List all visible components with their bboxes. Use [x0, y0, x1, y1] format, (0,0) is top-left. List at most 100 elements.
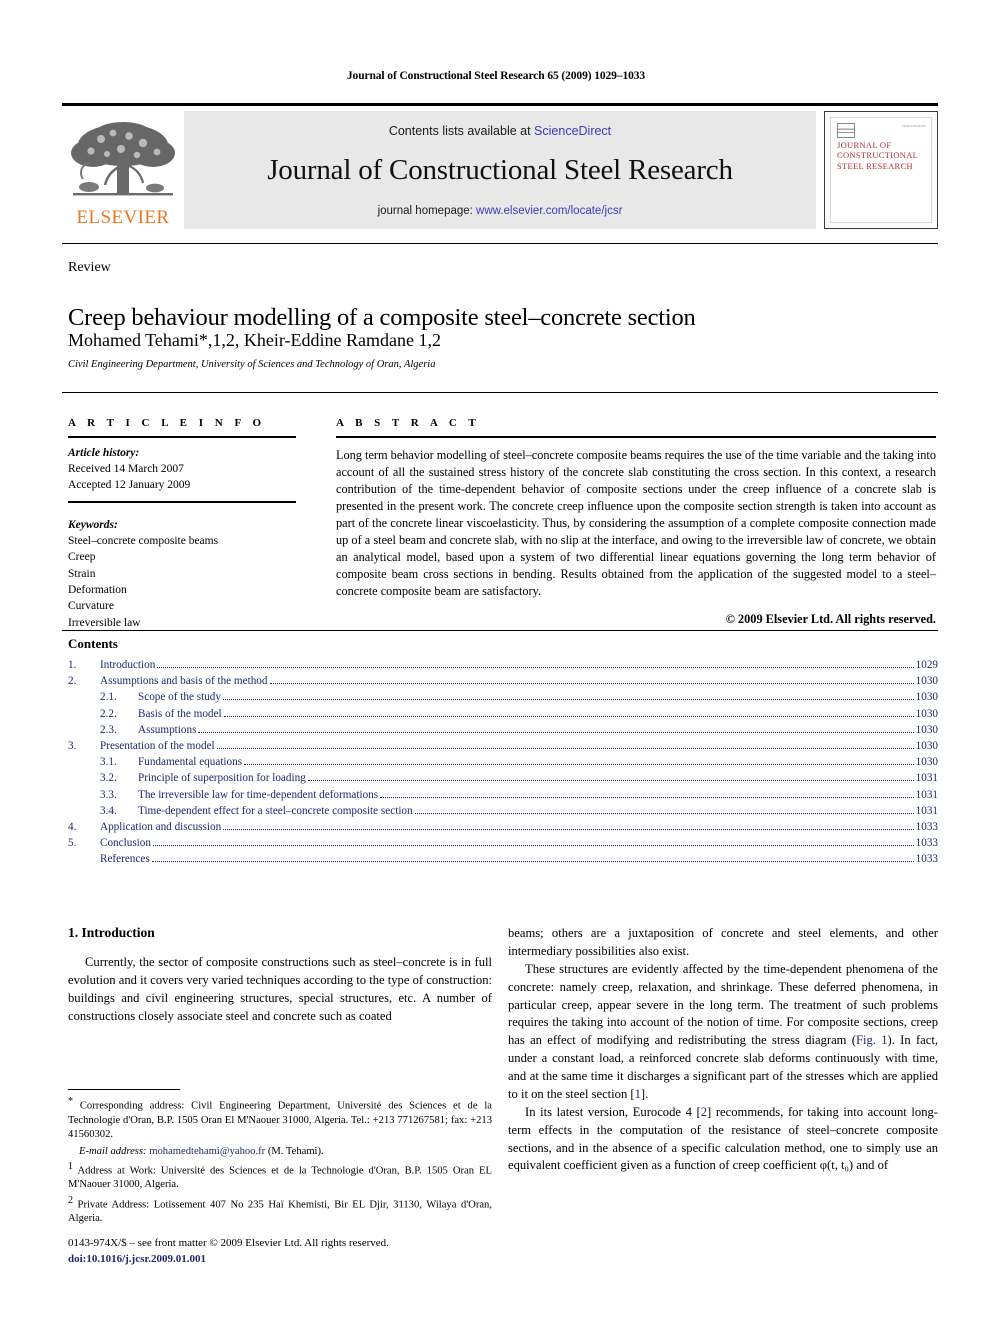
toc-entry-page: 1033: [915, 853, 938, 866]
toc-entry-label[interactable]: The irreversible law for time-dependent …: [138, 789, 378, 801]
toc-leader-dots: [223, 715, 914, 717]
toc-entry-number: 2.1.: [100, 691, 117, 704]
figure-reference-link[interactable]: Fig. 1: [856, 1033, 888, 1047]
toc-entry-label[interactable]: Presentation of the model: [100, 740, 215, 752]
cover-inner-frame: ISSN 0143-974X JOURNAL OF CONSTRUCTIONAL…: [830, 117, 932, 223]
toc-entry-page: 1030: [915, 723, 938, 736]
affiliation: Civil Engineering Department, University…: [68, 359, 436, 370]
toc-entry[interactable]: 3. Presentation of the model 1030: [68, 740, 938, 757]
article-info-column: A R T I C L E I N F O Article history: R…: [68, 417, 296, 631]
section-heading-introduction: 1. Introduction: [68, 925, 155, 940]
footnote-email: E-mail address: mohamedtehami@yahoo.fr (…: [68, 1145, 492, 1159]
toc-entry-label[interactable]: Introduction: [100, 659, 155, 671]
toc-entry[interactable]: 5. Conclusion 1033: [68, 837, 938, 854]
toc-entry-label[interactable]: References: [100, 854, 150, 865]
article-info-header: A R T I C L E I N F O: [68, 417, 266, 429]
toc-leader-dots: [216, 747, 914, 749]
history-accepted: Accepted 12 January 2009: [68, 478, 191, 491]
elsevier-wordmark: ELSEVIER: [76, 207, 170, 228]
elsevier-logo: ELSEVIER: [62, 111, 184, 229]
toc-entry-page: 1031: [915, 772, 938, 785]
toc-entry-page: 1031: [915, 804, 938, 817]
toc-entry-number: 2.2.: [100, 707, 117, 720]
email-link[interactable]: mohamedtehami@yahoo.fr: [149, 1146, 265, 1157]
history-received: Received 14 March 2007: [68, 462, 184, 475]
footnote-address-work: 1 Address at Work: Université des Scienc…: [68, 1160, 492, 1193]
toc-entry[interactable]: 2. Assumptions and basis of the method 103…: [68, 675, 938, 692]
footnotes-block: * Corresponding address: Civil Engineeri…: [68, 1089, 492, 1227]
toc-entry[interactable]: 3.3. The irreversible law for time-depend…: [68, 788, 938, 806]
toc-entry-label[interactable]: Scope of the study: [138, 692, 221, 703]
toc-entry-label[interactable]: Conclusion: [100, 837, 151, 849]
toc-entry[interactable]: 2.1. Scope of the study 1030: [68, 692, 938, 708]
toc-entry-number: 4.: [68, 820, 77, 833]
paragraph-text: In its latest version, Eurocode 4 [: [525, 1104, 701, 1119]
toc-entry-number: 3.3.: [100, 788, 117, 801]
toc-entry-number: 3.1.: [100, 756, 117, 769]
toc-entry-page: 1033: [915, 820, 938, 833]
issn-front-matter: 0143-974X/$ – see front matter © 2009 El…: [68, 1237, 389, 1249]
abstract-header: A B S T R A C T: [336, 417, 481, 429]
elsevier-tree-icon: [67, 119, 179, 207]
keyword-item: Strain: [68, 567, 96, 580]
toc-entry[interactable]: 3.4. Time-dependent effect for a steel–co…: [68, 804, 938, 822]
email-owner: (M. Tehami).: [265, 1145, 324, 1157]
footnote-corresponding-address: * Corresponding address: Civil Engineeri…: [68, 1095, 492, 1142]
contents-available-line: Contents lists available at ScienceDirec…: [389, 124, 611, 138]
doi-link[interactable]: doi:10.1016/j.jcsr.2009.01.001: [68, 1252, 498, 1268]
toc-entry[interactable]: 2.2. Basis of the model 1030: [68, 707, 938, 725]
toc-entry-page: 1030: [915, 707, 938, 720]
journal-title: Journal of Constructional Steel Research: [267, 153, 733, 186]
toc-entry[interactable]: 3.1. Fundamental equations 1030: [68, 756, 938, 773]
sciencedirect-link[interactable]: ScienceDirect: [534, 124, 611, 138]
keywords-label: Keywords:: [68, 518, 118, 531]
toc-entry[interactable]: 3.2. Principle of superposition for loadi…: [68, 773, 938, 789]
abstract-text: Long term behavior modelling of steel–co…: [336, 448, 936, 599]
toc-leader-dots: [307, 780, 914, 782]
keyword-item: Creep: [68, 551, 96, 564]
contents-header: Contents: [68, 636, 118, 651]
journal-homepage-link[interactable]: www.elsevier.com/locate/jcsr: [476, 205, 622, 217]
toc-leader-dots: [198, 731, 914, 733]
toc-entry-label[interactable]: Assumptions: [138, 724, 196, 736]
toc-entry-page: 1030: [915, 691, 938, 704]
toc-entry-page: 1031: [915, 788, 938, 801]
article-page: Journal of Constructional Steel Research…: [0, 0, 992, 1323]
info-abstract-divider: [62, 392, 938, 393]
toc-leader-dots: [152, 845, 914, 847]
contents-divider: [62, 630, 938, 631]
journal-band: Contents lists available at ScienceDirec…: [184, 111, 816, 229]
toc-leader-dots: [222, 699, 914, 701]
toc-entry-label[interactable]: Principle of superposition for loading: [138, 773, 306, 784]
toc-entry-label[interactable]: Assumptions and basis of the method: [100, 675, 268, 687]
journal-masthead: ELSEVIER Contents lists available at Sci…: [62, 103, 938, 229]
author-list: Mohamed Tehami*,1,2, Kheir-Eddine Ramdan…: [68, 330, 441, 350]
keywords-block: Keywords: Steel–concrete composite beams…: [68, 517, 296, 631]
table-of-contents: 1. Introduction 1029 2. Assumptions and basi…: [68, 659, 938, 870]
page-title: Creep behaviour modelling of a composite…: [68, 304, 696, 332]
keyword-item: Curvature: [68, 600, 114, 613]
email-label: E-mail address:: [79, 1145, 147, 1157]
toc-entry-label[interactable]: Time-dependent effect for a steel–concre…: [138, 805, 413, 817]
toc-entry-page: 1029: [915, 659, 938, 671]
toc-entry-number: 5.: [68, 837, 77, 850]
toc-leader-dots: [157, 667, 914, 668]
footnote-divider: [68, 1089, 180, 1090]
toc-entry-number: 2.: [68, 675, 77, 688]
toc-entry-page: 1030: [915, 756, 938, 769]
toc-entry[interactable]: 1. Introduction 1029: [68, 659, 938, 676]
toc-leader-dots: [244, 764, 914, 766]
toc-entry-label[interactable]: Application and discussion: [100, 821, 221, 833]
keywords-rule: [68, 500, 296, 503]
toc-entry-label[interactable]: Basis of the model: [138, 708, 222, 720]
toc-entry[interactable]: 4. Application and discussion 1033: [68, 820, 938, 838]
toc-entry-number: 1.: [68, 659, 77, 671]
keyword-item: Steel–concrete composite beams: [68, 534, 219, 547]
toc-entry[interactable]: References 1033: [68, 854, 938, 870]
article-type: Review: [68, 260, 111, 275]
toc-entry-label[interactable]: Fundamental equations: [138, 756, 242, 768]
paragraph: beams; others are a juxtaposition of con…: [508, 926, 938, 958]
article-history-block: Article history: Received 14 March 2007 …: [68, 446, 296, 494]
toc-entry[interactable]: 2.3. Assumptions 1030: [68, 723, 938, 741]
cover-journal-title: JOURNAL OF CONSTRUCTIONAL STEEL RESEARCH: [837, 140, 918, 171]
